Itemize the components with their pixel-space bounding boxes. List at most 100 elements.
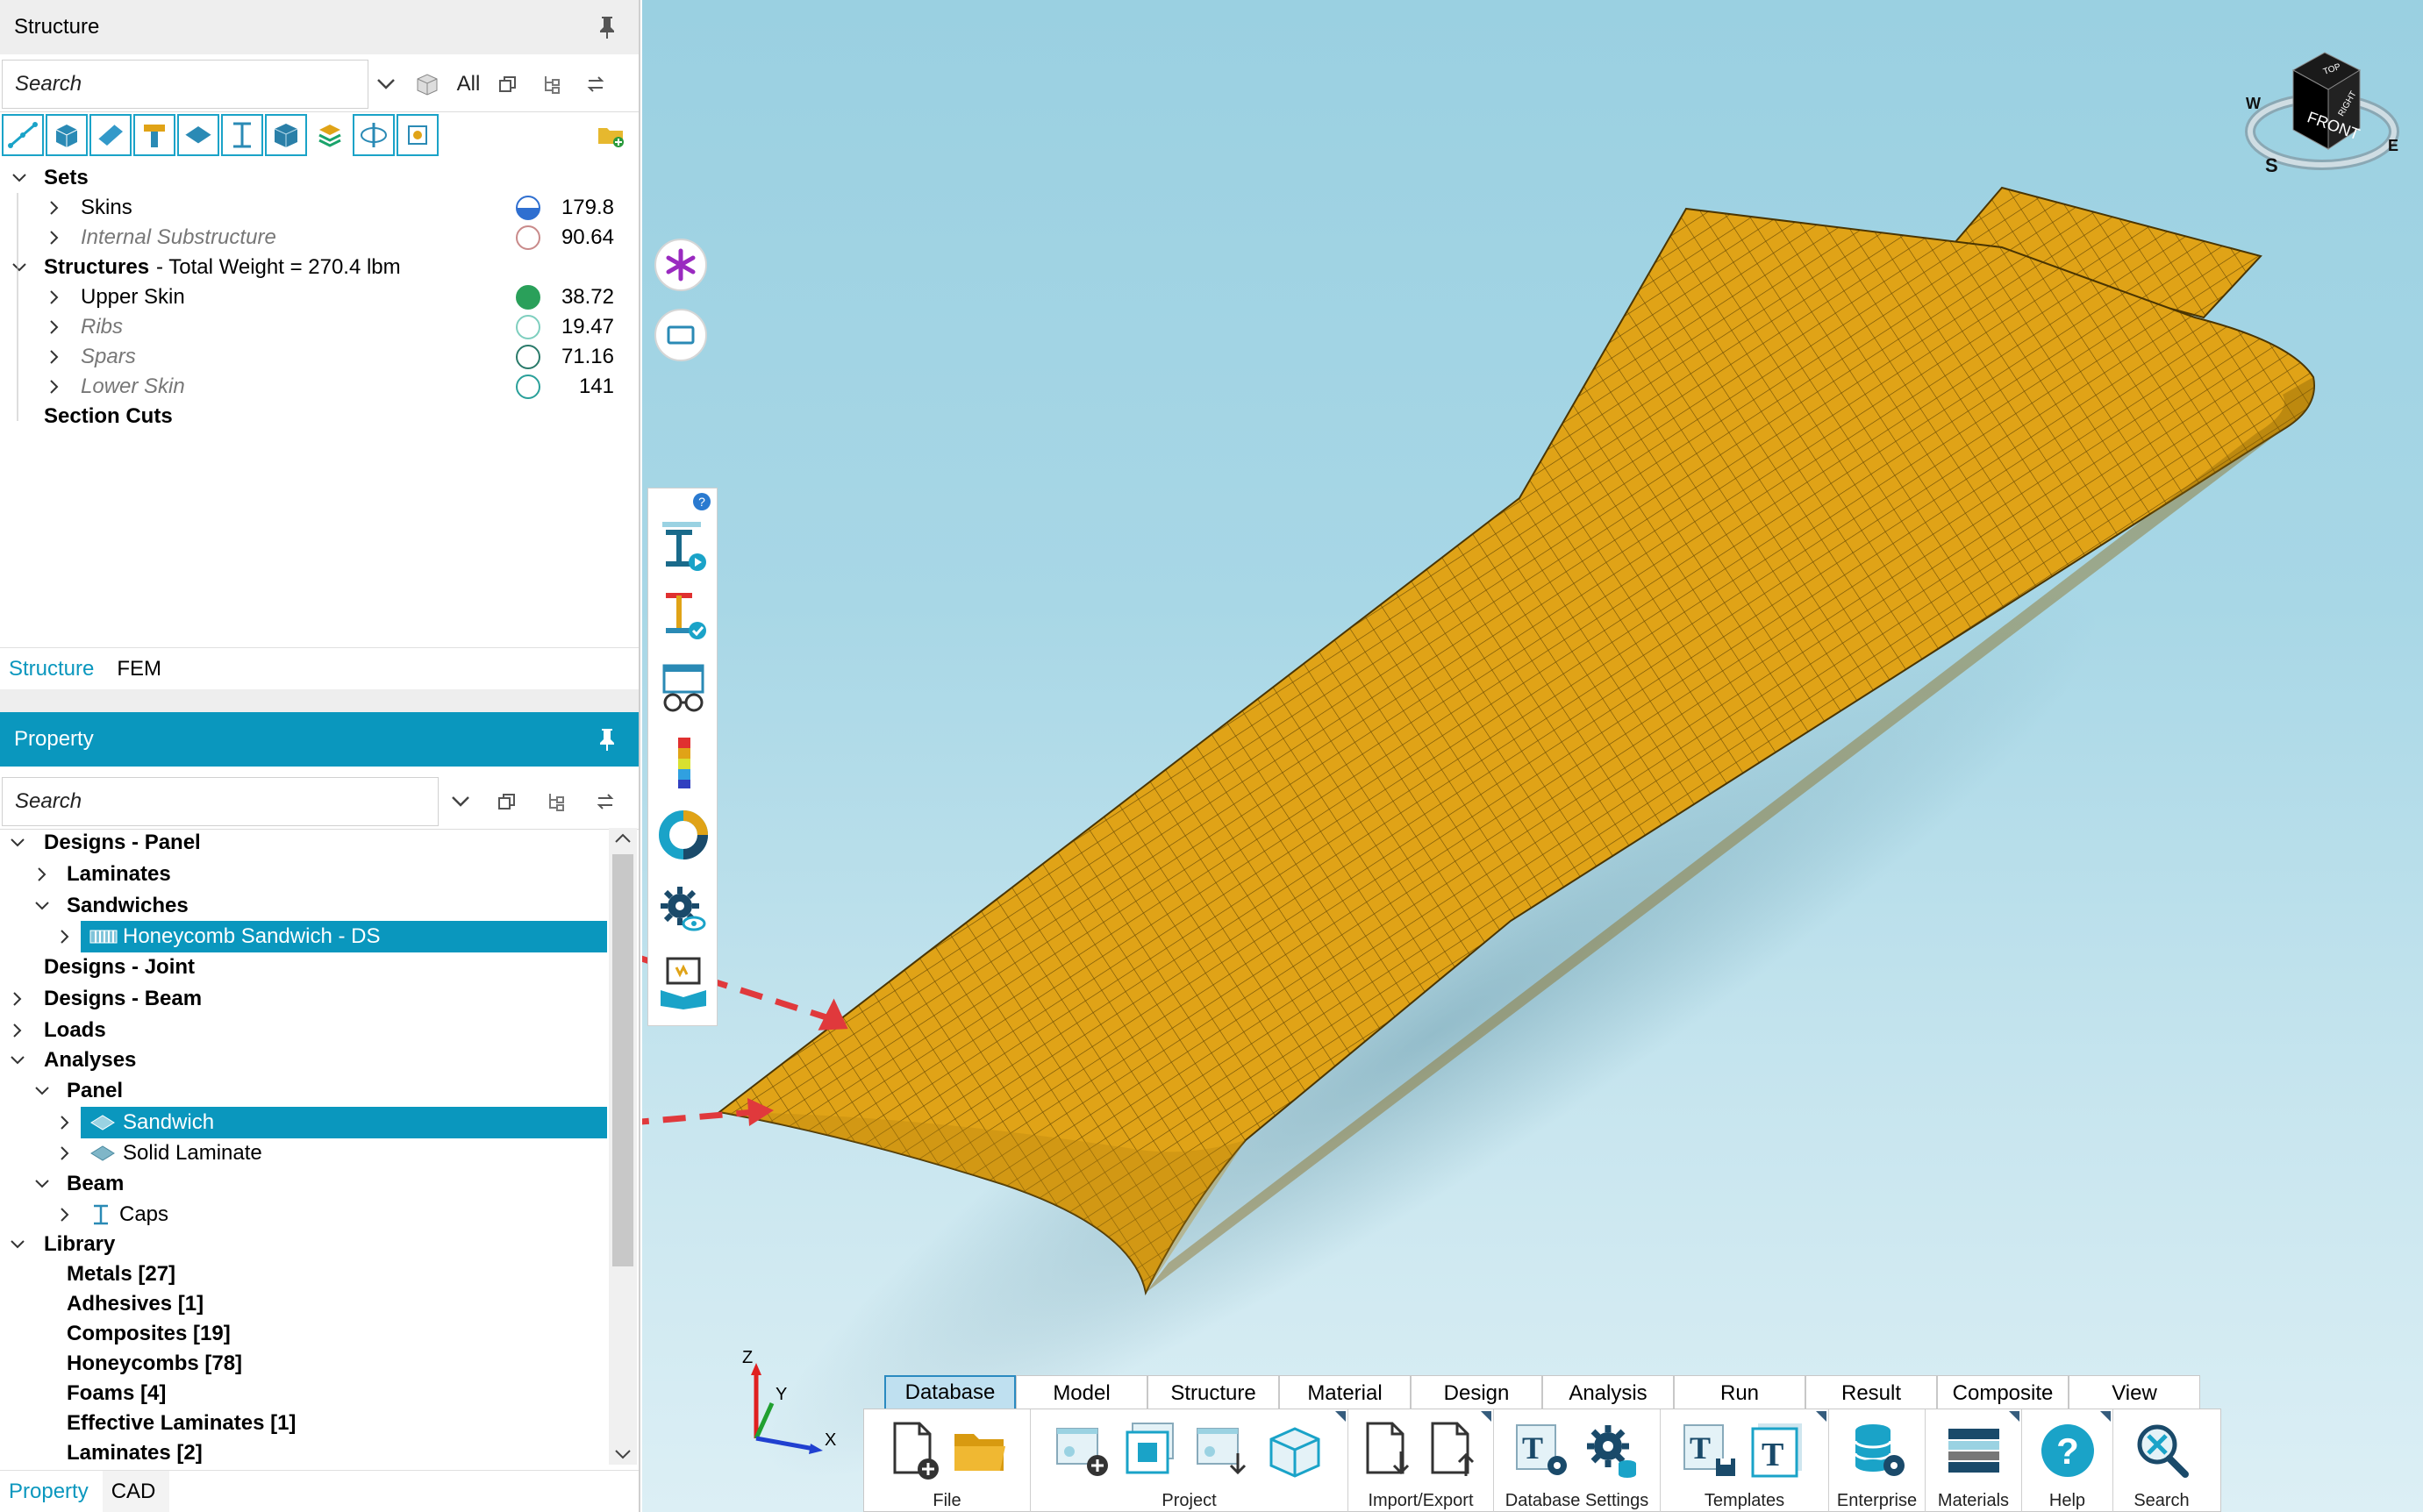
run-beam-analysis-icon[interactable] — [657, 518, 710, 576]
settings-view-icon[interactable] — [657, 880, 710, 938]
tab-property[interactable]: Property — [0, 1471, 103, 1512]
search-icon[interactable] — [2131, 1420, 2192, 1481]
new-folder-icon[interactable] — [590, 114, 632, 156]
box-select-button[interactable] — [654, 309, 707, 361]
solid-element-icon[interactable] — [46, 114, 88, 156]
tree-node-lower-skin[interactable]: Lower Skin 141 — [46, 372, 614, 402]
structure-search-input[interactable]: Search — [2, 59, 368, 109]
chevron-down-icon[interactable] — [368, 60, 404, 109]
new-file-icon[interactable] — [886, 1420, 942, 1481]
tree-node-upper-skin[interactable]: Upper Skin 38.72 — [46, 282, 614, 312]
materials-layers-icon[interactable] — [1943, 1420, 2005, 1481]
node-icon[interactable] — [2, 114, 44, 156]
tree-node-effective-laminates[interactable]: Effective Laminates [1] — [67, 1409, 296, 1438]
chevron-right-icon[interactable] — [56, 928, 74, 945]
tree-node-ribs[interactable]: Ribs 19.47 — [46, 312, 614, 342]
wing-mesh-model[interactable] — [642, 0, 2423, 1512]
pin-icon[interactable] — [595, 14, 619, 40]
donut-chart-icon[interactable] — [657, 806, 710, 864]
chevron-down-icon[interactable] — [9, 834, 26, 852]
help-icon[interactable]: ? — [2037, 1420, 2098, 1481]
swap-icon[interactable] — [574, 60, 618, 109]
chevron-right-icon[interactable] — [56, 1145, 74, 1162]
group-expand-icon[interactable] — [1335, 1411, 1346, 1422]
tree-node-skins[interactable]: Skins 179.8 — [46, 193, 614, 223]
help-icon[interactable]: ? — [692, 492, 711, 511]
tree-node-library[interactable]: Library — [9, 1230, 115, 1259]
tab-cad[interactable]: CAD — [102, 1471, 170, 1512]
filter-all-label[interactable]: All — [451, 60, 486, 109]
tree-node-honeycombs[interactable]: Honeycombs [78] — [67, 1349, 242, 1379]
view-glasses-icon[interactable] — [657, 660, 710, 718]
collapse-all-icon[interactable] — [486, 60, 530, 109]
tab-result[interactable]: Result — [1805, 1375, 1937, 1410]
package-box-icon[interactable] — [1264, 1420, 1326, 1481]
tab-composite[interactable]: Composite — [1937, 1375, 2069, 1410]
cube-filter-icon[interactable] — [404, 60, 451, 109]
tree-node-sandwiches[interactable]: Sandwiches — [33, 891, 189, 921]
report-book-icon[interactable] — [657, 953, 710, 1011]
tree-node-panel[interactable]: Panel — [33, 1076, 123, 1106]
chevron-right-icon[interactable] — [33, 866, 51, 883]
tree-node-laminates[interactable]: Laminates — [33, 859, 171, 889]
template-icon[interactable]: T — [1749, 1420, 1809, 1481]
tree-node-honeycomb-sandwich[interactable]: Honeycomb Sandwich - DS — [56, 922, 380, 952]
tree-node-designs-beam[interactable]: Designs - Beam — [9, 984, 202, 1014]
tree-node-solid-laminate[interactable]: Solid Laminate — [56, 1138, 262, 1168]
chevron-down-icon[interactable] — [9, 1236, 26, 1253]
group-expand-icon[interactable] — [1816, 1411, 1826, 1422]
cube-icon[interactable] — [265, 114, 307, 156]
tree-node-laminates-library[interactable]: Laminates [2] — [67, 1438, 203, 1466]
scroll-up-icon[interactable] — [614, 831, 632, 844]
tree-node-metals[interactable]: Metals [27] — [67, 1259, 175, 1289]
tab-structure-ribbon[interactable]: Structure — [1147, 1375, 1279, 1410]
tab-analysis[interactable]: Analysis — [1542, 1375, 1674, 1410]
tree-node-designs-panel[interactable]: Designs - Panel — [9, 828, 201, 858]
tree-node-structures[interactable]: Structures - Total Weight = 270.4 lbm — [11, 253, 401, 282]
beam-icon[interactable] — [221, 114, 263, 156]
property-search-input[interactable]: Search — [2, 776, 439, 826]
scroll-down-icon[interactable] — [614, 1449, 632, 1461]
tree-node-designs-joint[interactable]: Designs - Joint — [9, 952, 195, 982]
chevron-down-icon[interactable] — [33, 1175, 51, 1193]
tree-node-adhesives[interactable]: Adhesives [1] — [67, 1289, 204, 1319]
color-scale-icon[interactable] — [657, 734, 710, 792]
3d-viewport[interactable]: ? FRONT TOP RIGHT W S E Z Y X Database M… — [642, 0, 2423, 1512]
group-expand-icon[interactable] — [2009, 1411, 2019, 1422]
scrollbar-thumb[interactable] — [612, 854, 633, 1266]
tree-node-foams[interactable]: Foams [4] — [67, 1379, 166, 1409]
tab-structure[interactable]: Structure — [0, 648, 109, 689]
open-folder-icon[interactable] — [951, 1420, 1009, 1481]
chevron-right-icon[interactable] — [9, 1022, 26, 1039]
tab-material[interactable]: Material — [1279, 1375, 1411, 1410]
tab-design[interactable]: Design — [1411, 1375, 1542, 1410]
tree-node-spars[interactable]: Spars 71.16 — [46, 342, 614, 372]
export-file-icon[interactable] — [1426, 1420, 1482, 1481]
import-file-icon[interactable] — [1361, 1420, 1417, 1481]
hierarchy-icon[interactable] — [532, 777, 581, 826]
property-scrollbar[interactable] — [609, 828, 637, 1465]
chevron-right-icon[interactable] — [9, 990, 26, 1008]
template-settings-icon[interactable]: T — [1513, 1420, 1573, 1481]
tree-node-analyses[interactable]: Analyses — [9, 1045, 136, 1075]
pin-icon[interactable] — [595, 726, 619, 752]
shell-element-icon[interactable] — [89, 114, 132, 156]
panel-icon[interactable] — [177, 114, 219, 156]
tree-node-beam[interactable]: Beam — [33, 1169, 124, 1199]
tab-view[interactable]: View — [2069, 1375, 2200, 1410]
group-expand-icon[interactable] — [2100, 1411, 2111, 1422]
database-gear-icon[interactable] — [1582, 1420, 1641, 1481]
tab-database[interactable]: Database — [884, 1375, 1016, 1410]
layers-icon[interactable] — [309, 114, 351, 156]
chevron-down-icon[interactable] — [33, 897, 51, 915]
asterisk-view-button[interactable] — [654, 239, 707, 291]
project-window-icon[interactable] — [1124, 1420, 1185, 1481]
new-project-icon[interactable] — [1054, 1420, 1115, 1481]
tab-model[interactable]: Model — [1016, 1375, 1147, 1410]
tree-node-composites[interactable]: Composites [19] — [67, 1319, 231, 1349]
tree-node-caps[interactable]: Caps — [56, 1200, 168, 1230]
joint-icon[interactable] — [133, 114, 175, 156]
chevron-down-icon[interactable] — [33, 1082, 51, 1100]
enterprise-database-icon[interactable] — [1847, 1420, 1908, 1481]
collapse-all-icon[interactable] — [482, 777, 532, 826]
